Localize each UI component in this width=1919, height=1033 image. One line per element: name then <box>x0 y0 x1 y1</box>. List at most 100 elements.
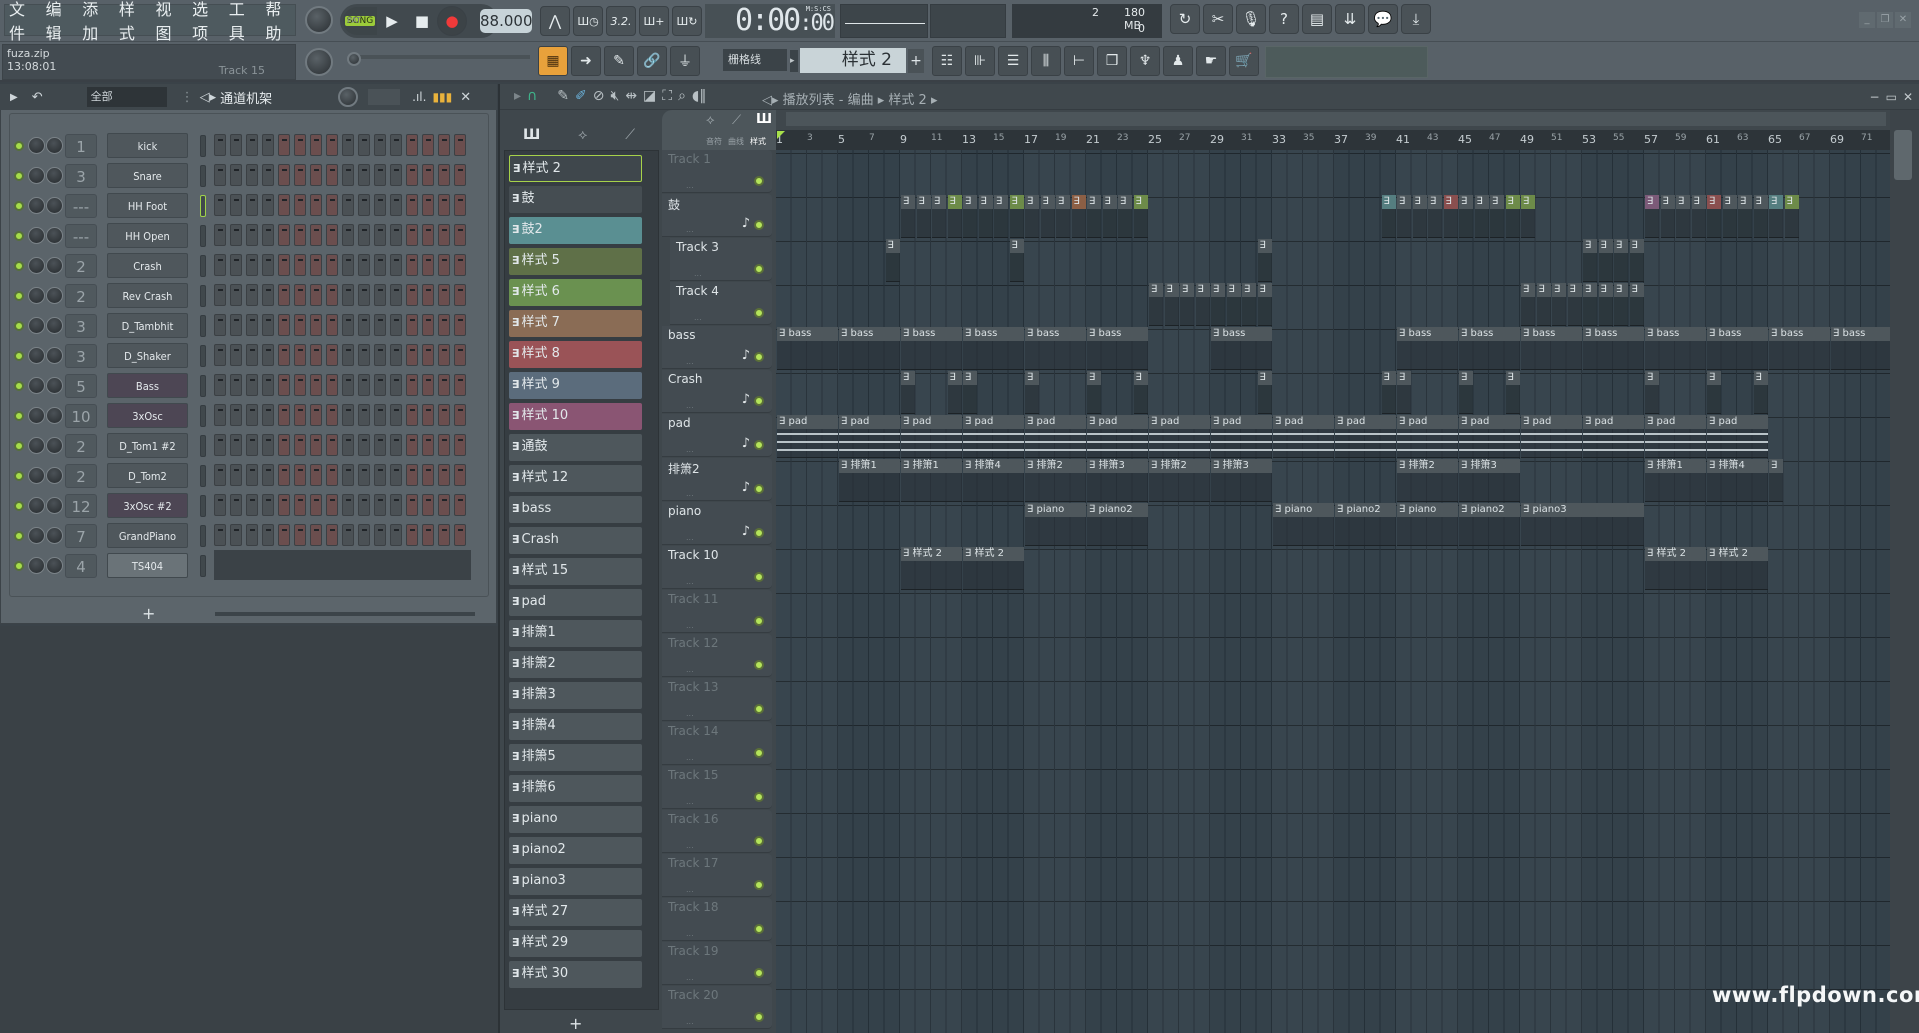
playlist-clip[interactable]: ∃ <box>1629 239 1644 282</box>
pattern-item[interactable]: ∃ 排箫1 <box>509 620 642 647</box>
step-button[interactable] <box>422 434 434 456</box>
playlist-clip[interactable]: ∃ <box>1149 283 1163 326</box>
step-button[interactable] <box>406 494 418 516</box>
channel-volume-knob[interactable] <box>46 227 63 244</box>
channel-volume-knob[interactable] <box>46 257 63 274</box>
graph-editor-icon[interactable]: .ıl. <box>412 90 426 104</box>
playlist-clip[interactable]: ∃ <box>1133 371 1148 414</box>
step-button[interactable] <box>406 284 418 306</box>
track-header[interactable]: pad ♪ ... <box>662 414 772 457</box>
playlist-clip[interactable]: ∃ 排箫2 <box>1025 459 1086 502</box>
playlist-clip[interactable]: ∃ piano2 <box>1459 503 1520 546</box>
wait-record-button[interactable]: Ш◷ <box>573 6 603 36</box>
step-button[interactable] <box>214 194 226 216</box>
channel-mixer-track[interactable]: 10 <box>65 404 97 428</box>
channel-name-button[interactable]: HH Open <box>107 223 188 248</box>
channel-pan-knob[interactable] <box>28 167 45 184</box>
step-button[interactable] <box>310 314 322 336</box>
step-button[interactable] <box>374 494 386 516</box>
step-button[interactable] <box>294 284 306 306</box>
playlist-clip[interactable]: ∃ <box>1753 371 1768 414</box>
playlist-clip[interactable]: ∃ <box>1583 283 1597 326</box>
browser-button[interactable]: ⊢ <box>1064 46 1094 76</box>
step-button[interactable] <box>358 164 370 186</box>
save-button[interactable]: ▤ <box>1302 4 1332 34</box>
playlist-clip[interactable]: ∃ bass <box>1211 327 1272 370</box>
playlist-clip[interactable]: ∃ <box>1056 195 1070 238</box>
pattern-item[interactable]: ∃ 鼓2 <box>509 217 642 244</box>
chat-button[interactable]: 💬 <box>1368 4 1398 34</box>
step-button[interactable] <box>406 194 418 216</box>
step-button[interactable] <box>438 284 450 306</box>
step-button[interactable] <box>390 374 402 396</box>
playlist-clip[interactable]: ∃ bass <box>901 327 962 370</box>
playlist-clip[interactable]: ∃ <box>1180 283 1194 326</box>
step-button[interactable] <box>326 254 338 276</box>
playlist-clip[interactable]: ∃ bass <box>777 327 838 370</box>
magnet-icon[interactable]: ∩ <box>527 88 537 104</box>
track-menu-dots[interactable]: ... <box>686 225 694 234</box>
countdown-button[interactable]: 3.2. <box>606 6 636 36</box>
playlist-clip[interactable]: ∃ piano2 <box>1087 503 1148 546</box>
playlist-clip[interactable]: ∃ <box>1102 195 1117 238</box>
track-menu-dots[interactable]: ... <box>686 357 694 366</box>
playlist-clip[interactable]: ∃ <box>1397 371 1411 414</box>
step-button[interactable] <box>278 194 290 216</box>
channel-mute-led[interactable] <box>14 291 24 301</box>
pattern-prev-button[interactable]: ▸ <box>790 50 798 72</box>
step-button[interactable] <box>294 194 306 216</box>
step-button[interactable] <box>422 374 434 396</box>
menu-item[interactable]: 样式 <box>119 0 149 44</box>
step-button[interactable] <box>230 164 242 186</box>
step-button[interactable] <box>374 464 386 486</box>
playlist-clip[interactable]: ∃ <box>1505 195 1520 238</box>
record-audio-button[interactable]: 🎙 <box>1236 4 1266 34</box>
playlist-clip[interactable]: ∃ <box>1645 195 1659 238</box>
step-button[interactable] <box>422 404 434 426</box>
channel-select[interactable] <box>200 315 206 337</box>
step-button[interactable] <box>214 404 226 426</box>
track-header[interactable]: Track 13 ... <box>662 678 772 721</box>
playlist-clip[interactable]: ∃ <box>1784 195 1799 238</box>
step-button[interactable] <box>438 344 450 366</box>
step-button[interactable] <box>454 284 466 306</box>
pattern-item[interactable]: ∃ 样式 8 <box>509 341 642 368</box>
pattern-item[interactable]: ∃ 样式 5 <box>509 248 642 275</box>
step-button[interactable] <box>454 524 466 546</box>
playlist-clip[interactable]: ∃ bass <box>1521 327 1582 370</box>
track-header[interactable]: Track 17 ... <box>662 854 772 897</box>
step-button[interactable] <box>406 314 418 336</box>
step-button[interactable] <box>438 434 450 456</box>
step-button[interactable] <box>454 404 466 426</box>
step-button[interactable] <box>246 464 258 486</box>
step-button[interactable] <box>294 224 306 246</box>
step-button[interactable] <box>326 374 338 396</box>
step-button[interactable] <box>246 134 258 156</box>
step-button[interactable] <box>374 524 386 546</box>
step-button[interactable] <box>294 344 306 366</box>
playlist-clip[interactable]: ∃ <box>1459 195 1473 238</box>
track-header[interactable]: bass ♪ ... <box>662 326 772 369</box>
track-enable-led[interactable] <box>754 880 764 890</box>
playlist-clip[interactable]: ∃ <box>1009 239 1024 282</box>
pattern-item[interactable]: ∃ 样式 9 <box>509 372 642 399</box>
step-button[interactable] <box>262 524 274 546</box>
channel-mute-led[interactable] <box>14 261 24 271</box>
pattern-item[interactable]: ∃ 样式 12 <box>509 465 642 492</box>
track-menu-dots[interactable]: ... <box>686 445 694 454</box>
playlist-vertical-scrollbar[interactable] <box>1890 110 1919 1033</box>
step-button[interactable] <box>358 434 370 456</box>
track-header[interactable]: 排箫2 ♪ ... <box>662 458 772 501</box>
step-button[interactable] <box>262 434 274 456</box>
track-header[interactable]: Track 12 ... <box>662 634 772 677</box>
step-button[interactable] <box>214 224 226 246</box>
playlist-clip[interactable]: ∃ pad <box>839 415 900 458</box>
step-button[interactable] <box>326 344 338 366</box>
pat-song-toggle[interactable]: PAT SONG <box>343 7 377 35</box>
step-button[interactable] <box>390 284 402 306</box>
step-button[interactable] <box>278 494 290 516</box>
slice-icon[interactable]: ◪ <box>643 88 656 104</box>
step-button[interactable] <box>374 284 386 306</box>
playlist-clip[interactable]: ∃ <box>1459 371 1473 414</box>
playlist-clip[interactable]: ∃ pad <box>1273 415 1334 458</box>
